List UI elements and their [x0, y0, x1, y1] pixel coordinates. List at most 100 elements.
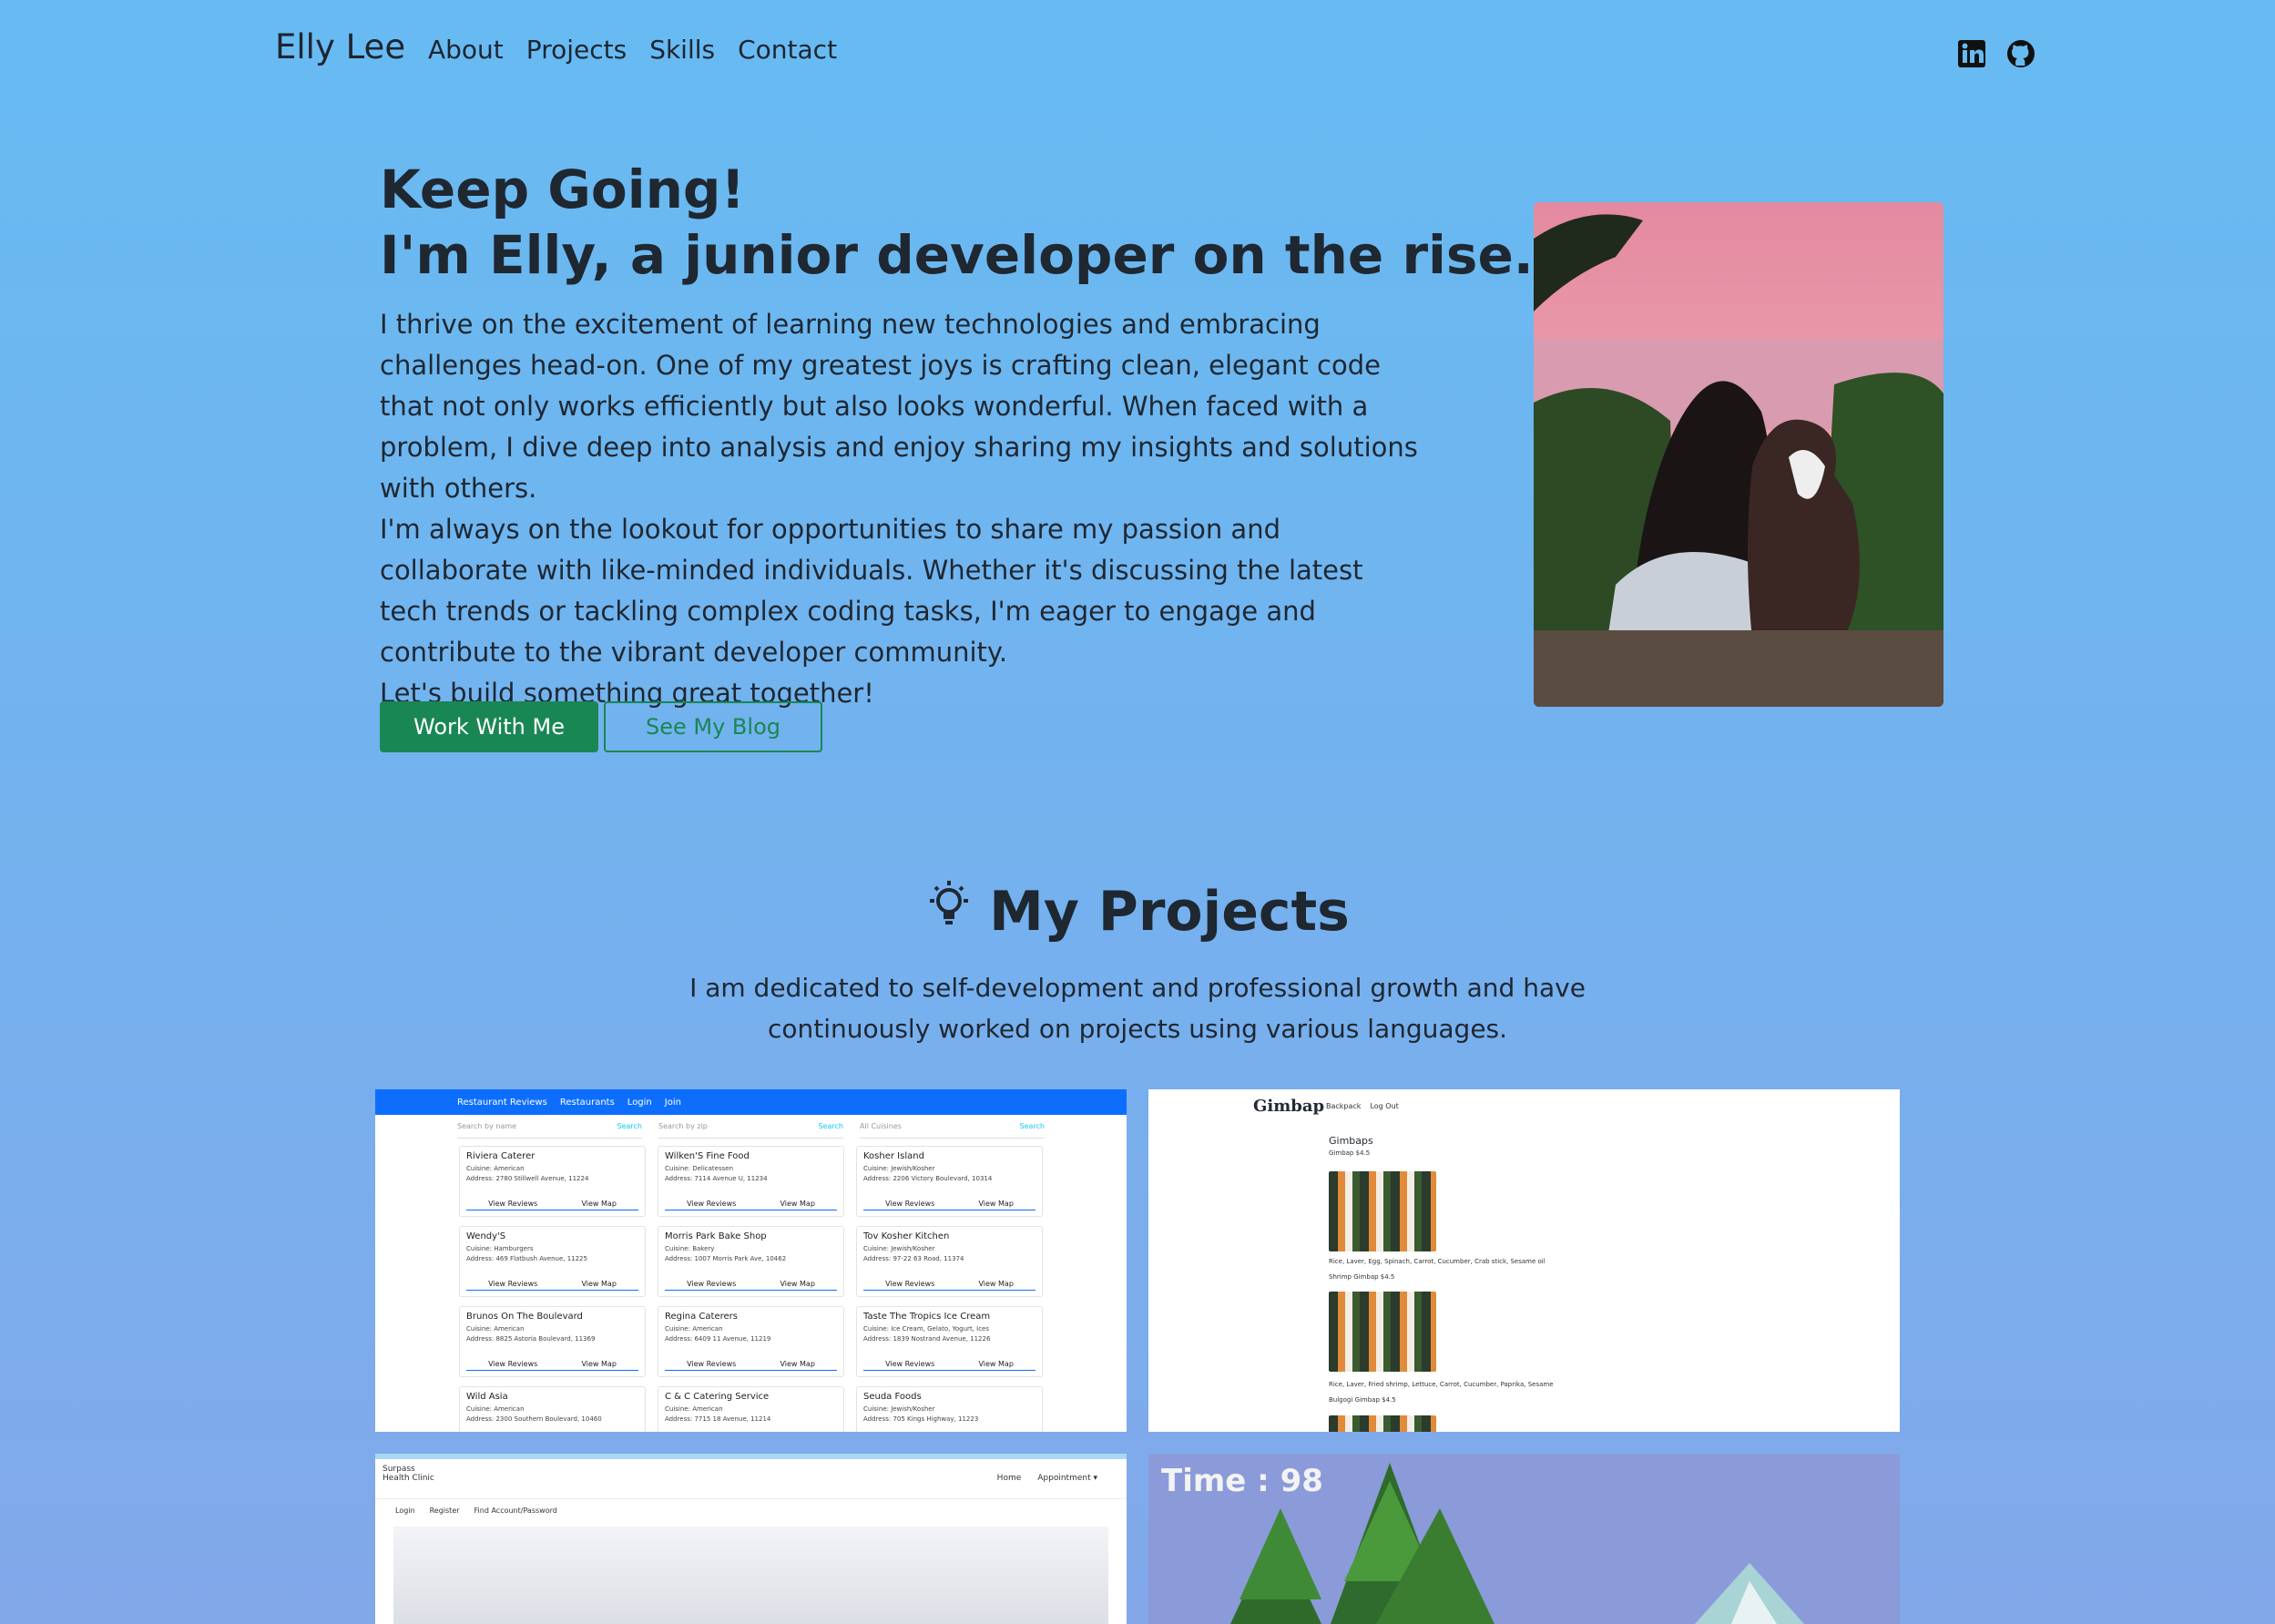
mini-view-reviews: View Reviews [488, 1280, 538, 1288]
mini-restaurant-name: C & C Catering Service [665, 1392, 770, 1402]
mini-actions: View Reviews View Map [466, 1280, 638, 1291]
mini-restaurant-cuisine: Cuisine: American [466, 1325, 525, 1333]
mini-restaurant-address: Address: 1839 Nostrand Avenue, 11226 [863, 1335, 991, 1343]
social-links [1956, 38, 2036, 69]
mini-restaurant-card: Morris Park Bake Shop Cuisine: Bakery Addr… [658, 1226, 844, 1297]
mini-restaurant-name: Riviera Caterer [466, 1151, 536, 1161]
mini-restaurant-card: Wild Asia Cuisine: American Address: 2300 … [459, 1386, 646, 1432]
mini-item-desc: Rice, Laver, Fried shrimp, Lettuce, Carr… [1329, 1381, 1554, 1388]
gimbap-image [1329, 1171, 1436, 1251]
nav-link-contact[interactable]: Contact [738, 35, 837, 65]
brand-name[interactable]: Elly Lee [275, 27, 405, 66]
mini-view-reviews: View Reviews [885, 1200, 935, 1208]
mini-brand: Restaurant Reviews [457, 1097, 547, 1108]
mini-item-label: Gimbap $4.5 [1329, 1149, 1371, 1157]
clinic-hero-image [393, 1527, 1108, 1624]
gimbap-image [1329, 1292, 1436, 1372]
hero-paragraph: I thrive on the excitement of learning n… [380, 309, 1418, 504]
mini-restaurant-name: Kosher Island [863, 1151, 924, 1161]
mini-subnav: Login Register Find Account/Password [375, 1499, 1127, 1522]
hero-paragraph: I'm always on the lookout for opportunit… [380, 514, 1363, 668]
mini-restaurant-card: Kosher Island Cuisine: Jewish/Kosher Addre… [856, 1146, 1043, 1217]
mini-view-reviews: View Reviews [488, 1360, 538, 1368]
mini-subnav-link: Find Account/Password [474, 1507, 557, 1515]
gimbap-image [1329, 1415, 1436, 1432]
mini-actions: View Reviews View Map [863, 1280, 1035, 1291]
mini-view-reviews: View Reviews [488, 1200, 538, 1208]
mini-restaurant-card: Wendy'S Cuisine: Hamburgers Address: 469 F… [459, 1226, 646, 1297]
mini-restaurant-cuisine: Cuisine: American [466, 1165, 525, 1172]
mini-restaurant-cuisine: Cuisine: Hamburgers [466, 1245, 534, 1252]
hero-title: Keep Going! I'm Elly, a junior developer… [380, 157, 1534, 288]
mini-navbar: Restaurant Reviews Restaurants Login Joi… [375, 1089, 1127, 1115]
mini-nav: Backpack Log Out [1326, 1102, 1399, 1110]
mini-search-field: Search by zip Search [658, 1122, 843, 1139]
mini-search-field: All Cuisines Search [860, 1122, 1045, 1139]
mini-restaurant-cuisine: Cuisine: American [665, 1325, 723, 1333]
mini-item-label: Bulgogi Gimbap $4.5 [1329, 1396, 1396, 1404]
mini-restaurant-name: Regina Caterers [665, 1312, 738, 1322]
mini-view-reviews: View Reviews [885, 1360, 935, 1368]
mini-view-map: View Map [780, 1280, 815, 1288]
nav-link-projects[interactable]: Projects [526, 35, 627, 65]
mini-restaurant-card: Tov Kosher Kitchen Cuisine: Jewish/Kosher… [856, 1226, 1043, 1297]
mini-nav-link: Appointment ▾ [1037, 1474, 1097, 1483]
linkedin-icon[interactable] [1956, 38, 1987, 69]
mini-actions: View Reviews View Map [466, 1360, 638, 1371]
mini-actions: View Reviews View Map [665, 1280, 837, 1291]
github-icon[interactable] [2005, 38, 2036, 69]
mini-restaurant-name: Wilken'S Fine Food [665, 1151, 750, 1161]
mini-restaurant-card: Regina Caterers Cuisine: American Address:… [658, 1306, 844, 1377]
mini-nav-link: Home [996, 1474, 1022, 1483]
mini-nav: Home Appointment ▾ [997, 1474, 1097, 1483]
mini-restaurant-address: Address: 1007 Morris Park Ave, 10462 [665, 1255, 787, 1262]
work-with-me-button[interactable]: Work With Me [380, 701, 598, 752]
lightbulb-icon [925, 879, 973, 944]
mini-restaurant-address: Address: 2206 Victory Boulevard, 10314 [863, 1175, 993, 1182]
mini-subnav-link: Register [429, 1507, 460, 1515]
mini-restaurant-name: Wendy'S [466, 1231, 506, 1241]
mini-restaurant-name: Morris Park Bake Shop [665, 1231, 767, 1241]
mini-view-map: View Map [978, 1360, 1014, 1368]
mini-restaurant-address: Address: 7114 Avenue U, 11234 [665, 1175, 768, 1182]
mini-item-desc: Rice, Laver, Egg, Spinach, Carrot, Cucum… [1329, 1258, 1546, 1265]
see-my-blog-button[interactable]: See My Blog [604, 701, 822, 752]
mini-restaurant-address: Address: 705 Kings Highway, 11223 [863, 1415, 979, 1423]
hero-title-line1: Keep Going! [380, 158, 745, 220]
project-card-gimbap[interactable]: Gimbap Backpack Log Out Gimbaps Gimbap $… [1148, 1089, 1900, 1432]
mini-nav-link: Log Out [1370, 1102, 1399, 1110]
mini-view-reviews: View Reviews [687, 1360, 737, 1368]
mini-restaurant-address: Address: 2780 Stillwell Avenue, 11224 [466, 1175, 589, 1182]
mini-actions: View Reviews View Map [466, 1200, 638, 1210]
projects-subtitle: I am dedicated to self-development and p… [689, 973, 1586, 1044]
nav-link-skills[interactable]: Skills [649, 35, 715, 65]
mini-nav-link: Backpack [1326, 1102, 1362, 1110]
mini-search-row: Search by name Search Search by zip Search… [375, 1115, 1127, 1139]
top-navbar: Elly Lee About Projects Skills Contact [0, 0, 2275, 100]
mini-logo: Surpass Health Clinic [383, 1465, 434, 1483]
mini-restaurant-cuisine: Cuisine: American [466, 1405, 525, 1413]
mini-restaurant-address: Address: 2300 Southern Boulevard, 10460 [466, 1415, 602, 1423]
mini-view-map: View Map [581, 1280, 617, 1288]
projects-heading: My Projects [0, 879, 2275, 944]
game-scene [1230, 1463, 1804, 1624]
mini-restaurant-card: Seuda Foods Cuisine: Jewish/Kosher Address… [856, 1386, 1043, 1432]
mini-view-reviews: View Reviews [687, 1280, 737, 1288]
project-card-restaurant-reviews[interactable]: Restaurant Reviews Restaurants Login Joi… [375, 1089, 1127, 1432]
project-card-game[interactable]: Time : 98 [1148, 1454, 1900, 1624]
mini-restaurant-address: Address: 97-22 63 Road, 11374 [863, 1255, 964, 1262]
mini-nav-link: Join [664, 1097, 681, 1108]
project-card-clinic[interactable]: Surpass Health Clinic Home Appointment ▾… [375, 1454, 1127, 1624]
mini-view-map: View Map [780, 1360, 815, 1368]
mini-view-reviews: View Reviews [885, 1280, 935, 1288]
mini-restaurant-card: Wilken'S Fine Food Cuisine: Delicatessen A… [658, 1146, 844, 1217]
mini-restaurant-cuisine: Cuisine: Jewish/Kosher [863, 1245, 935, 1252]
mini-restaurant-cuisine: Cuisine: American [665, 1405, 723, 1413]
mini-restaurant-address: Address: 7715 18 Avenue, 11214 [665, 1415, 771, 1423]
nav-links: About Projects Skills Contact [428, 35, 837, 65]
mini-brand: Gimbap [1253, 1097, 1325, 1116]
nav-link-about[interactable]: About [428, 35, 504, 65]
mini-restaurant-card: C & C Catering Service Cuisine: American A… [658, 1386, 844, 1432]
mini-restaurant-name: Seuda Foods [863, 1392, 922, 1402]
mini-restaurant-address: Address: 6409 11 Avenue, 11219 [665, 1335, 771, 1343]
